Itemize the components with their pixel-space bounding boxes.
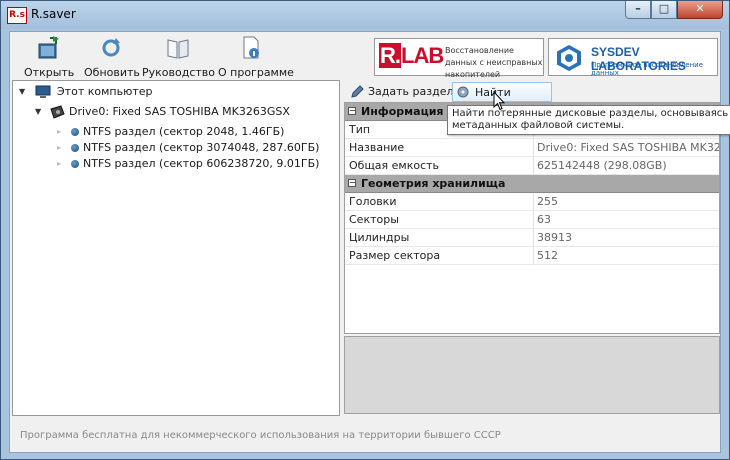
refresh-button-label: Обновить: [84, 66, 140, 79]
minimize-button[interactable]: –: [625, 1, 651, 19]
property-name: Секторы: [349, 213, 399, 226]
open-button[interactable]: Открыть: [24, 36, 74, 79]
property-name: Тип: [349, 123, 371, 136]
tree-item-label: NTFS раздел (сектор 606238720, 9.01ГБ): [83, 157, 320, 170]
about-button-label: О программе: [218, 66, 294, 79]
expand-arrow-icon[interactable]: ▸: [57, 143, 61, 152]
set-partition-button[interactable]: Задать раздел: [346, 82, 468, 102]
details-toolbar: Задать раздел Найти раздел: [342, 80, 720, 119]
expand-arrow-icon[interactable]: ▸: [57, 159, 61, 168]
tooltip: Найти потерянные дисковые разделы, основ…: [447, 105, 730, 135]
tree-item-label: NTFS раздел (сектор 3074048, 287.60ГБ): [83, 141, 320, 154]
title-bar[interactable]: R.s R.saver – □ ✕: [1, 1, 729, 29]
rlab-logo[interactable]: R.LAB Восстановление данных с неисправны…: [374, 38, 544, 79]
hard-drive-icon: [50, 105, 65, 119]
maximize-icon: □: [658, 2, 670, 15]
table-row[interactable]: Общая емкость 625142448 (298.08GB): [345, 157, 719, 175]
properties-grid[interactable]: − Информация о ж Тип Название Drive0: Fi…: [344, 102, 720, 334]
partition-icon: [71, 144, 79, 152]
property-value: 625142448 (298.08GB): [537, 159, 667, 172]
manual-button-label: Руководство: [142, 66, 216, 79]
property-value: 63: [537, 213, 551, 226]
property-name: Головки: [349, 195, 397, 208]
close-icon: ✕: [695, 2, 705, 15]
rlab-logo-mark: R.LAB: [379, 43, 444, 68]
property-value: 38913: [537, 231, 572, 244]
property-value: Drive0: Fixed SAS TOSHIBA MK3263GSX: [537, 141, 720, 154]
about-button[interactable]: О программе: [218, 36, 294, 79]
manual-button[interactable]: Руководство: [142, 36, 216, 79]
tree-item-label: Этот компьютер: [57, 85, 153, 98]
minimize-icon: –: [635, 2, 641, 15]
expand-arrow-icon[interactable]: ▼: [35, 107, 41, 116]
pencil-icon: [351, 85, 364, 98]
collapse-icon[interactable]: −: [348, 107, 356, 115]
maximize-button[interactable]: □: [651, 1, 677, 19]
property-name: Название: [349, 141, 405, 154]
open-button-label: Открыть: [24, 66, 75, 79]
window-title: R.saver: [31, 7, 76, 21]
expand-arrow-icon[interactable]: ▼: [19, 87, 25, 96]
expand-arrow-icon[interactable]: ▸: [57, 127, 61, 136]
find-disk-icon: [457, 86, 469, 98]
property-name: Размер сектора: [349, 249, 441, 262]
table-row[interactable]: Цилиндры 38913: [345, 229, 719, 247]
computer-icon: [35, 85, 51, 98]
refresh-icon: [98, 36, 124, 60]
sysdev-logo-icon: [557, 45, 581, 71]
mouse-cursor-icon: [493, 91, 505, 111]
rlab-logo-text: Восстановление данных с неисправных нако…: [445, 46, 543, 79]
table-row[interactable]: Название Drive0: Fixed SAS TOSHIBA MK326…: [345, 139, 720, 157]
property-value: 512: [537, 249, 558, 262]
tree-item-label: Drive0: Fixed SAS TOSHIBA MK3263GSX: [69, 105, 290, 118]
table-row[interactable]: Размер сектора 512: [345, 247, 719, 265]
manual-icon: [165, 36, 191, 60]
section-header-geometry[interactable]: − Геометрия хранилища: [345, 175, 719, 193]
client-area: Открыть Обновить Руководство О программе: [9, 31, 721, 453]
table-row[interactable]: Секторы 63: [345, 211, 719, 229]
close-button[interactable]: ✕: [677, 1, 723, 19]
refresh-button[interactable]: Обновить: [84, 36, 140, 79]
table-row[interactable]: Головки 255: [345, 193, 719, 211]
collapse-icon[interactable]: −: [348, 179, 356, 187]
property-name: Цилиндры: [349, 231, 410, 244]
open-icon: [36, 36, 62, 60]
device-tree[interactable]: ▼ Этот компьютер ▼ Drive0: Fixed SAS TOS…: [12, 80, 340, 416]
sysdev-logo[interactable]: SYSDEV LABORATORIES Программное восстано…: [548, 38, 718, 77]
set-partition-label: Задать раздел: [368, 85, 454, 98]
about-icon: [238, 36, 264, 60]
app-window: R.s R.saver – □ ✕ Открыть Обновить Руков…: [0, 0, 730, 460]
tooltip-line: метаданных файловой системы.: [452, 120, 625, 131]
tree-item-label: NTFS раздел (сектор 2048, 1.46ГБ): [83, 125, 285, 138]
app-icon: R.s: [7, 7, 27, 24]
property-value: 255: [537, 195, 558, 208]
property-name: Общая емкость: [349, 159, 440, 172]
section-title: Геометрия хранилища: [361, 177, 506, 190]
description-panel: [344, 336, 720, 414]
status-text: Программа бесплатна для некоммерческого …: [20, 430, 501, 441]
partition-icon: [71, 128, 79, 136]
partition-icon: [71, 160, 79, 168]
sysdev-logo-subtitle: Программное восстановление данных: [591, 61, 704, 77]
toolbar: Открыть Обновить Руководство О программе: [10, 32, 720, 80]
